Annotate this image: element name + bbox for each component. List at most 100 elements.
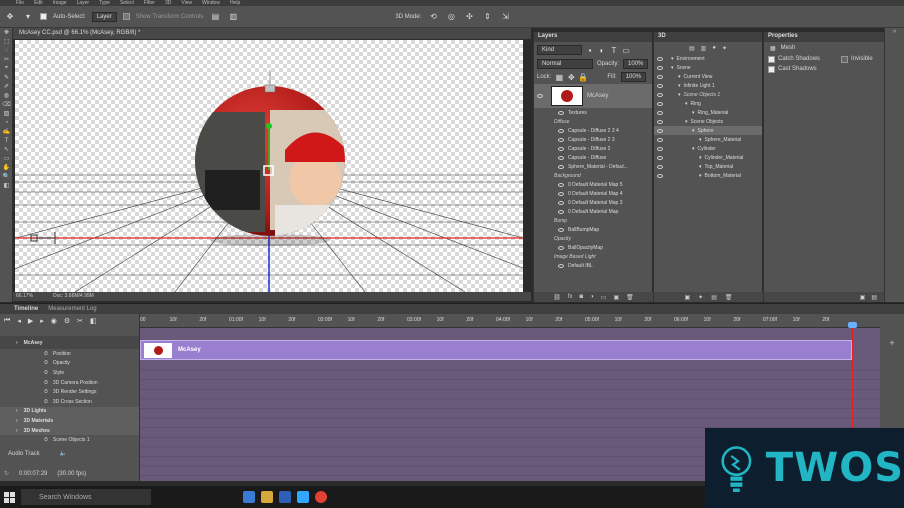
filter-pixel-icon[interactable]: ▪ xyxy=(586,44,594,56)
mesh-filter-icon[interactable]: ▥ xyxy=(701,45,707,52)
visibility-eye-icon[interactable] xyxy=(657,128,663,133)
link-icon[interactable]: ⛓ xyxy=(553,294,561,301)
catch-shadows-checkbox[interactable] xyxy=(768,55,775,63)
split-icon[interactable]: ✂ xyxy=(77,317,83,325)
timeline-row[interactable]: ⏱ 3D Render Settings xyxy=(0,387,139,397)
scene-tree-item[interactable]: ▾ Current View xyxy=(654,72,762,81)
edge-icon[interactable] xyxy=(243,491,255,503)
stopwatch-icon[interactable]: ⏱ xyxy=(44,360,48,366)
texture-row[interactable]: 0 Default Material Map 5 xyxy=(544,180,652,189)
doc-size[interactable]: Doc: 3.66M/4.99M xyxy=(53,293,94,300)
visibility-eye-icon[interactable] xyxy=(657,74,663,79)
visibility-eye-icon[interactable] xyxy=(558,263,564,268)
file-explorer-icon[interactable] xyxy=(261,491,273,503)
delete-3d-icon[interactable]: 🗑 xyxy=(725,294,733,301)
color-swatch-tool-icon[interactable]: ◧ xyxy=(0,181,13,190)
visibility-eye-icon[interactable] xyxy=(558,128,564,133)
blend-mode-dropdown[interactable]: Normal xyxy=(537,59,593,69)
stopwatch-icon[interactable]: ⏱ xyxy=(44,380,48,386)
texture-row[interactable]: Image Based Light xyxy=(544,252,652,261)
scene-node-icon[interactable]: ▾ xyxy=(678,83,681,89)
audio-icon[interactable]: ◉ xyxy=(51,317,57,325)
layer-row-mcasey[interactable]: McAsey xyxy=(534,84,652,108)
chevron-right-icon[interactable]: › xyxy=(16,408,18,414)
visibility-eye-icon[interactable] xyxy=(657,119,663,124)
visibility-eye-icon[interactable] xyxy=(558,227,564,232)
scene-tree-item[interactable]: ▾ Top_Material xyxy=(654,162,762,171)
material-filter-icon[interactable]: ● xyxy=(712,45,716,51)
clone-stamp-tool-icon[interactable]: ◍ xyxy=(0,91,13,100)
visibility-eye-icon[interactable] xyxy=(657,56,663,61)
render-video-icon[interactable]: ↻ xyxy=(4,470,9,477)
timeline-row[interactable]: › McAsey xyxy=(0,336,139,349)
first-frame-icon[interactable]: ⏮ xyxy=(4,317,10,325)
add-light-icon[interactable]: ✦ xyxy=(698,294,703,301)
chevron-right-icon[interactable]: › xyxy=(16,418,18,424)
move-tool-icon[interactable]: ✥ xyxy=(4,11,16,23)
texture-row[interactable]: Capsule - Diffuse 2 xyxy=(544,144,652,153)
timeline-row[interactable]: ⏱ 3D Cross Section xyxy=(0,397,139,407)
texture-row[interactable]: BallOpacityMap xyxy=(544,243,652,252)
scene-node-icon[interactable]: ▾ xyxy=(685,101,688,107)
chrome-icon[interactable] xyxy=(315,491,327,503)
visibility-eye-icon[interactable] xyxy=(558,245,564,250)
type-tool-icon[interactable]: T xyxy=(0,136,13,145)
eyedropper-tool-icon[interactable]: ⌖ xyxy=(0,64,13,73)
tab-timeline[interactable]: Timeline xyxy=(14,306,38,312)
stopwatch-icon[interactable]: ⏱ xyxy=(44,389,48,395)
scene-node-icon[interactable]: ▾ xyxy=(678,74,681,80)
marquee-tool-icon[interactable]: ⬚ xyxy=(0,37,13,46)
document-canvas[interactable] xyxy=(15,40,523,292)
visibility-eye-icon[interactable] xyxy=(558,155,564,160)
visibility-eye-icon[interactable] xyxy=(558,182,564,187)
visibility-eye-icon[interactable] xyxy=(558,110,564,115)
add-mesh-icon[interactable]: ▤ xyxy=(711,294,717,301)
brush-tool-icon[interactable]: ✐ xyxy=(0,82,13,91)
adjustment-icon[interactable]: ◑ xyxy=(590,294,594,300)
move-tool-icon[interactable]: ✥ xyxy=(0,28,13,37)
chevron-right-icon[interactable]: › xyxy=(16,428,18,434)
scene-node-icon[interactable]: ▾ xyxy=(678,92,681,98)
texture-row[interactable]: Diffuse xyxy=(544,117,652,126)
tool-preset-picker[interactable]: ▾ xyxy=(22,11,34,23)
scene-tree-item[interactable]: ▾ Environment xyxy=(654,54,762,63)
audio-speaker-icon[interactable]: 🔈 xyxy=(60,450,67,457)
visibility-eye-icon[interactable] xyxy=(558,146,564,151)
zoom-level[interactable]: 66.17% xyxy=(16,293,33,300)
texture-row[interactable]: Capsule - Diffuse 2 3 xyxy=(544,135,652,144)
align-icon[interactable]: ▤ xyxy=(209,11,221,23)
visibility-eye-icon[interactable] xyxy=(558,191,564,196)
layer-clip[interactable]: McAsey xyxy=(140,340,852,360)
texture-row[interactable]: Bump xyxy=(544,216,652,225)
invisible-checkbox[interactable] xyxy=(841,55,849,63)
store-icon[interactable] xyxy=(279,491,291,503)
texture-row[interactable]: 0 Default Material Map 3 xyxy=(544,198,652,207)
visibility-eye-icon[interactable] xyxy=(657,83,663,88)
trash-icon[interactable]: 🗑 xyxy=(626,294,634,301)
visibility-eye-icon[interactable] xyxy=(657,155,663,160)
stopwatch-icon[interactable]: ⏱ xyxy=(44,351,48,357)
timeline-row[interactable]: ⏱ Position xyxy=(0,349,139,359)
scene-tree-item[interactable]: ▾ Ring xyxy=(654,99,762,108)
document-tab[interactable]: McAsey CC.psd @ 66.1% (McAsey, RGB/8) * xyxy=(13,28,531,39)
texture-row[interactable]: Textures xyxy=(544,108,652,117)
settings-gear-icon[interactable]: ⚙ xyxy=(64,317,70,325)
3d-panel-tab[interactable]: 3D xyxy=(654,32,762,42)
scene-node-icon[interactable]: ▾ xyxy=(671,56,674,62)
hand-tool-icon[interactable]: ✋ xyxy=(0,163,13,172)
show-transform-checkbox[interactable] xyxy=(122,13,130,20)
taskbar-search[interactable]: Search Windows xyxy=(21,489,151,505)
drag-icon[interactable]: ✣ xyxy=(463,11,475,23)
texture-row[interactable]: 0 Default Material Map 4 xyxy=(544,189,652,198)
stopwatch-icon[interactable]: ⏱ xyxy=(44,370,48,376)
visibility-eye-icon[interactable] xyxy=(657,101,663,106)
opacity-input[interactable]: 100% xyxy=(623,59,649,69)
scene-node-icon[interactable]: ▾ xyxy=(692,110,695,116)
visibility-eye-icon[interactable] xyxy=(657,164,663,169)
texture-row[interactable]: Capsule - Diffuse xyxy=(544,153,652,162)
reset-icon[interactable]: ▣ xyxy=(860,294,866,301)
texture-row[interactable]: Opacity xyxy=(544,234,652,243)
scene-filter-icon[interactable]: ▤ xyxy=(689,45,695,52)
new-layer-icon[interactable]: ▣ xyxy=(613,294,619,301)
visibility-eye-icon[interactable] xyxy=(657,65,663,70)
